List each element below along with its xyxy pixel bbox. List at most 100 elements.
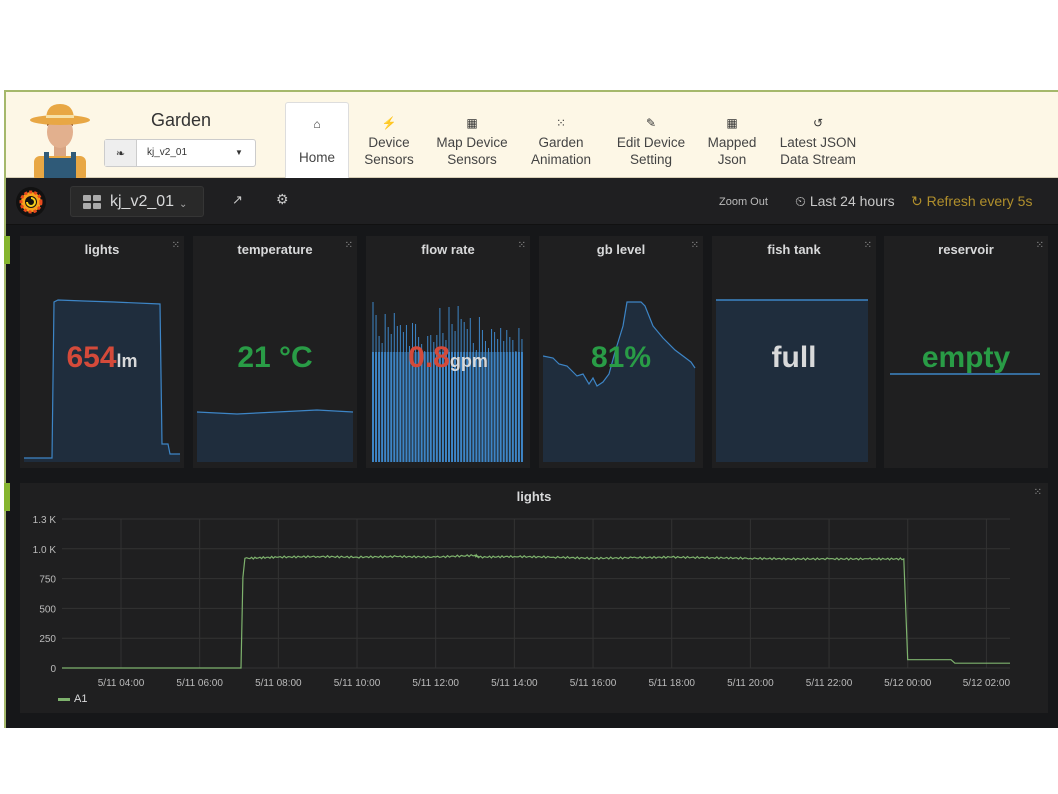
loading-spinner-icon: ⁙	[1035, 240, 1044, 251]
legend-swatch	[58, 697, 70, 701]
x-tick-label: 5/11 12:00	[412, 678, 459, 689]
y-tick-label: 750	[39, 575, 56, 586]
refresh-icon: ↻	[911, 193, 923, 209]
stat-value: empty	[884, 341, 1048, 375]
stat-number: 81%	[590, 341, 652, 374]
tab-label-line2: Animation	[530, 152, 592, 167]
grafana-logo-icon[interactable]	[16, 187, 46, 217]
panel-title[interactable]: reservoir	[884, 242, 1048, 257]
clock-icon: ⏲	[795, 193, 806, 209]
legend-label: A1	[74, 693, 88, 705]
tab-label-line2: Json	[717, 152, 747, 167]
tab-label-line1: Device	[368, 135, 410, 150]
tab-mapped-json[interactable]: ▦ Mapped Json	[703, 102, 761, 179]
panel-lights: lights ⁙ 654lm	[20, 236, 184, 468]
stat-value: 21 °C	[193, 341, 357, 375]
loading-spinner-icon: ⁙	[517, 240, 526, 251]
pencil-icon: ✎	[645, 116, 657, 130]
stat-number: 654	[66, 341, 117, 374]
panel-fish-tank: fish tank ⁙ full	[712, 236, 876, 468]
chart-legend[interactable]: A1	[58, 693, 87, 705]
tab-label-line1: Mapped	[707, 135, 757, 150]
tab-label-line2: Data Stream	[780, 152, 856, 167]
lights-chart[interactable]: 0 250 500 750 1.0 K 1.3 K 5/11 04:00 5/11 06:00…	[20, 483, 1048, 713]
stat-value: 81%	[539, 341, 703, 375]
refresh-label: Refresh every 5s	[926, 193, 1033, 209]
tab-label-line1: Latest JSON	[779, 135, 857, 150]
stat-unit: gpm	[449, 351, 488, 371]
panel-flow-rate: flow rate ⁙ 0.8gpm	[366, 236, 530, 468]
sparkline-temperature	[197, 409, 353, 462]
x-tick-label: 5/11 20:00	[727, 678, 774, 689]
tab-label-line2: Sensors	[447, 152, 497, 167]
stat-value: 654lm	[20, 341, 184, 375]
tab-label-line1: Map Device	[436, 135, 508, 150]
x-tick-label: 5/11 14:00	[491, 678, 538, 689]
stat-unit: lm	[116, 351, 138, 371]
tab-garden-animation[interactable]: ⁙ Garden Animation	[523, 102, 599, 179]
top-navbar: Garden ❧ kj_v2_01 ▼ ⌂ Home ⚡ Device Sens…	[6, 90, 1058, 179]
dashboard-navbar: kj_v2_01 ⌄ ↗ ⚙ Zoom Out ⏲ Last 24 hours …	[6, 178, 1058, 225]
panel-lights-graph: lights ⁙ 0 250 500 750 1.0 K 1.3 K 5/11 04:00 5…	[20, 483, 1048, 713]
dashboard-grid-icon	[83, 194, 101, 209]
stat-number: full	[771, 341, 817, 374]
app-frame: Garden ❧ kj_v2_01 ▼ ⌂ Home ⚡ Device Sens…	[4, 90, 1058, 728]
loading-spinner-icon: ⁙	[171, 240, 180, 251]
dashboard-picker[interactable]: kj_v2_01 ⌄	[70, 186, 204, 217]
loading-spinner-icon: ⁙	[344, 240, 353, 251]
tab-home[interactable]: ⌂ Home	[285, 102, 349, 179]
chevron-down-icon: ⌄	[179, 199, 188, 210]
x-tick-label: 5/11 04:00	[98, 678, 145, 689]
panel-title[interactable]: temperature	[193, 242, 357, 257]
gear-icon[interactable]: ⚙	[276, 191, 289, 208]
time-range-picker[interactable]: ⏲ Last 24 hours	[795, 193, 895, 210]
row-marker[interactable]	[4, 483, 10, 511]
panel-gb-level: gb level ⁙ 81%	[539, 236, 703, 468]
x-tick-label: 5/12 02:00	[963, 678, 1011, 689]
stat-value: 0.8gpm	[366, 341, 530, 375]
x-tick-label: 5/11 08:00	[255, 678, 302, 689]
sparkline-lights	[24, 299, 180, 462]
time-range-label: Last 24 hours	[809, 193, 895, 209]
tab-map-device-sensors[interactable]: ▦ Map Device Sensors	[431, 102, 513, 179]
y-tick-label: 500	[39, 604, 56, 615]
sparkline-fish-tank	[716, 299, 868, 462]
sparkline-gb-level	[543, 301, 696, 462]
tab-latest-json-data-stream[interactable]: ↺ Latest JSON Data Stream	[773, 102, 863, 179]
tab-label-line2: Sensors	[364, 152, 414, 167]
loading-spinner-icon: ⁙	[690, 240, 699, 251]
stat-value: full	[712, 341, 876, 375]
device-select[interactable]: ❧ kj_v2_01 ▼	[104, 139, 256, 167]
tab-edit-device-setting[interactable]: ✎ Edit Device Setting	[611, 102, 691, 179]
x-tick-label: 5/11 10:00	[334, 678, 381, 689]
y-tick-label: 1.3 K	[33, 515, 57, 526]
zoom-out-button[interactable]: Zoom Out	[719, 196, 768, 208]
chevron-down-icon: ▼	[235, 148, 243, 157]
dashboard-name: kj_v2_01	[110, 192, 175, 210]
panel-title[interactable]: lights	[20, 242, 184, 257]
tab-label-line1: Garden	[538, 135, 584, 150]
sparkline-flow-rate	[372, 302, 523, 462]
spinner-icon: ⁙	[555, 116, 567, 130]
x-tick-label: 5/12 00:00	[884, 678, 932, 689]
home-icon: ⌂	[313, 117, 321, 131]
panel-reservoir: reservoir ⁙ empty	[884, 236, 1048, 468]
x-tick-label: 5/11 06:00	[176, 678, 223, 689]
panel-title[interactable]: fish tank	[712, 242, 876, 257]
series-line-A1	[62, 553, 1010, 669]
share-icon[interactable]: ↗	[232, 192, 243, 208]
plug-icon: ⚡	[381, 116, 397, 130]
y-tick-label: 1.0 K	[33, 545, 57, 556]
sparkline-reservoir	[890, 373, 1040, 375]
y-tick-label: 250	[39, 634, 56, 645]
y-tick-label: 0	[50, 664, 56, 675]
map-icon: ▦	[726, 116, 738, 130]
tab-device-sensors[interactable]: ⚡ Device Sensors	[359, 102, 419, 179]
refresh-picker[interactable]: ↻ Refresh every 5s	[911, 193, 1032, 210]
row-marker[interactable]	[4, 236, 10, 264]
panel-title[interactable]: flow rate	[366, 242, 530, 257]
leaf-icon: ❧	[105, 140, 137, 166]
history-icon: ↺	[812, 116, 824, 130]
panel-title[interactable]: gb level	[539, 242, 703, 257]
x-tick-label: 5/11 22:00	[806, 678, 853, 689]
